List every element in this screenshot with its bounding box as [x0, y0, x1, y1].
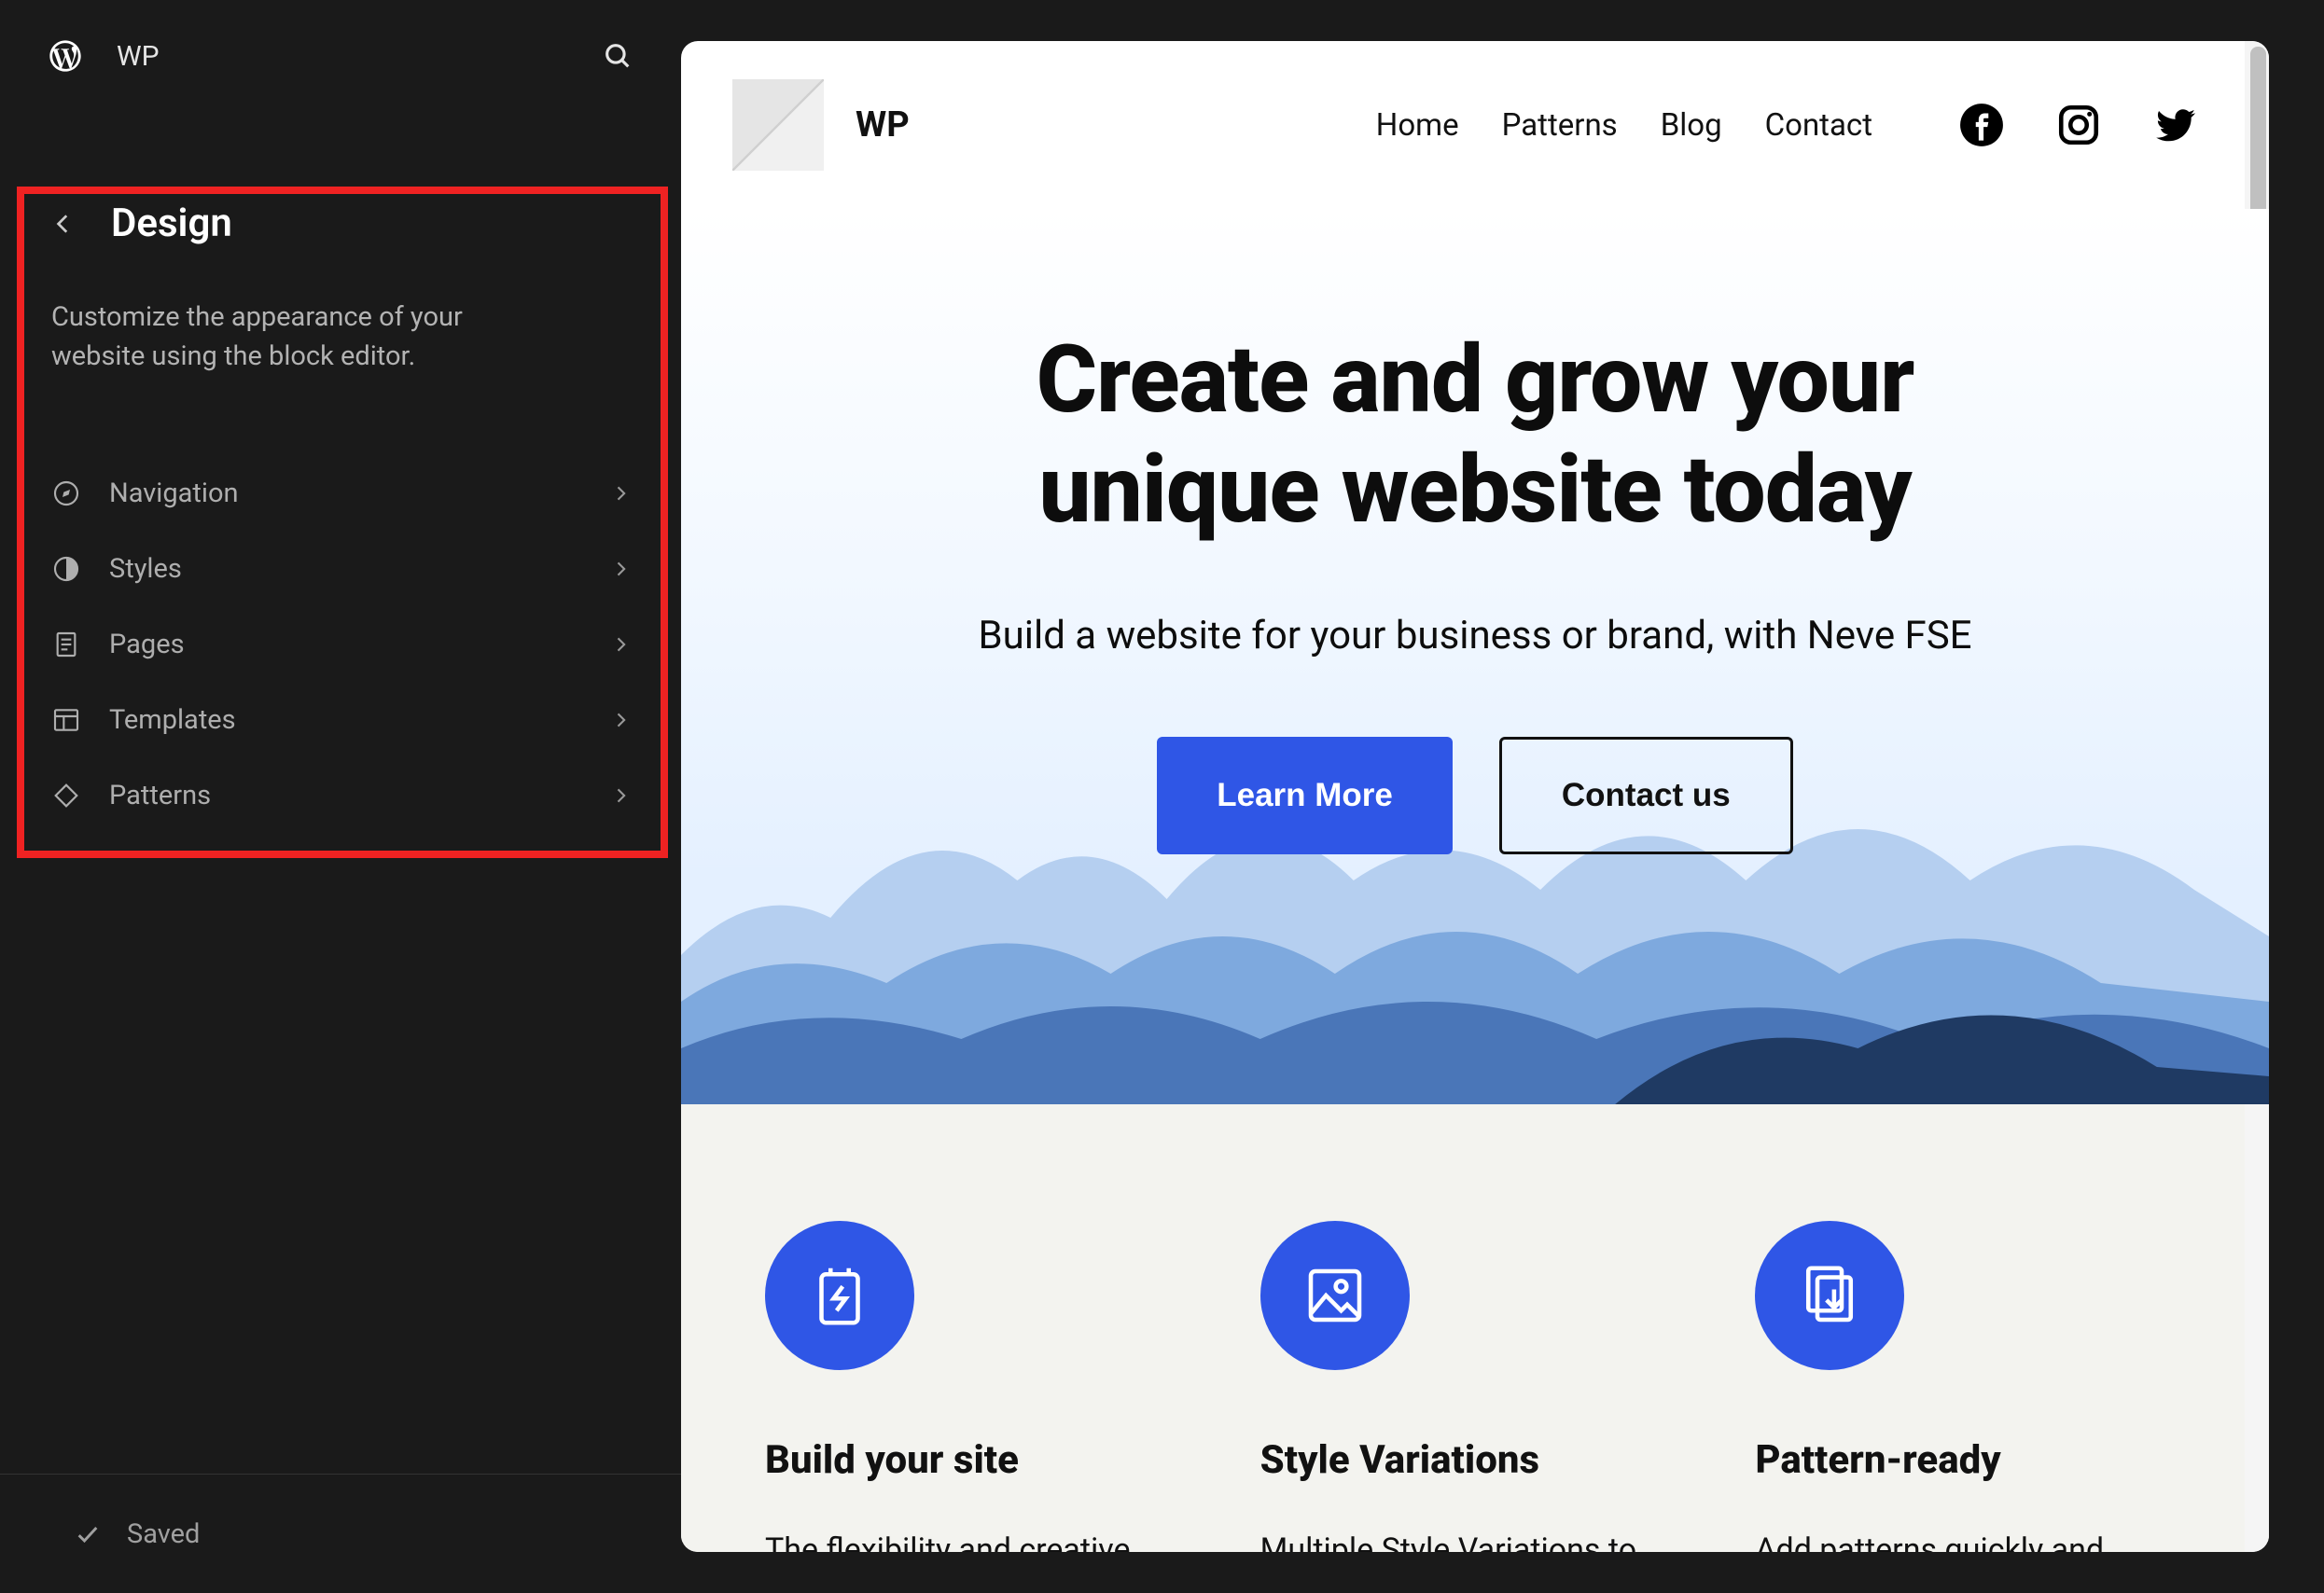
site-preview[interactable]: WP Home Patterns Blog Contact — [681, 41, 2269, 1552]
layout-icon — [51, 705, 81, 735]
twitter-icon[interactable] — [2152, 102, 2199, 148]
nav-link-contact[interactable]: Contact — [1765, 107, 1872, 144]
hero-title: Create and grow your unique website toda… — [915, 326, 2035, 546]
sidebar-item-templates[interactable]: Templates — [51, 682, 630, 757]
chevron-right-icon — [611, 560, 630, 578]
hero-section: Create and grow your unique website toda… — [681, 209, 2269, 1104]
sidebar-title: Design — [111, 201, 232, 246]
nav-link-patterns[interactable]: Patterns — [1502, 107, 1618, 144]
feature-title: Pattern-ready — [1755, 1437, 2185, 1483]
feature-card: Style Variations Multiple Style Variatio… — [1260, 1221, 1691, 1552]
learn-more-button[interactable]: Learn More — [1157, 737, 1453, 854]
wordpress-logo-icon[interactable] — [47, 37, 84, 75]
feature-card: Pattern-ready Add patterns quickly and — [1755, 1221, 2185, 1552]
sidebar-description: Customize the appearance of your website… — [51, 298, 546, 376]
site-title[interactable]: WP — [856, 104, 910, 145]
download-icon — [1755, 1221, 1904, 1370]
instagram-icon[interactable] — [2055, 102, 2102, 148]
check-icon — [75, 1521, 101, 1547]
site-name[interactable]: WP — [117, 40, 160, 73]
feature-text: The flexibility and creative — [765, 1528, 1195, 1552]
sidebar-item-label: Navigation — [109, 478, 611, 509]
image-icon — [1260, 1221, 1410, 1370]
feature-title: Style Variations — [1260, 1437, 1691, 1483]
preview-area: WP Home Patterns Blog Contact — [681, 0, 2324, 1593]
sidebar-menu: Navigation Styles — [51, 455, 630, 833]
chevron-right-icon — [611, 635, 630, 654]
compass-icon — [51, 478, 81, 508]
feature-title: Build your site — [765, 1437, 1195, 1483]
chevron-right-icon — [611, 786, 630, 805]
battery-icon — [765, 1221, 914, 1370]
nav-link-blog[interactable]: Blog — [1661, 107, 1722, 144]
site-header: WP Home Patterns Blog Contact — [681, 41, 2269, 209]
site-logo-placeholder[interactable] — [732, 79, 824, 171]
sidebar-item-label: Styles — [109, 553, 611, 585]
sidebar: WP Design Customize the appearance of yo… — [0, 0, 681, 1593]
feature-text: Add patterns quickly and — [1755, 1528, 2185, 1552]
contact-us-button[interactable]: Contact us — [1499, 737, 1793, 854]
nav-link-home[interactable]: Home — [1376, 107, 1459, 144]
contrast-icon — [51, 554, 81, 584]
feature-card: Build your site The flexibility and crea… — [765, 1221, 1195, 1552]
features-section: Build your site The flexibility and crea… — [681, 1104, 2269, 1552]
sidebar-item-pages[interactable]: Pages — [51, 606, 630, 682]
sidebar-item-patterns[interactable]: Patterns — [51, 757, 630, 833]
sidebar-item-styles[interactable]: Styles — [51, 531, 630, 606]
diamond-icon — [51, 781, 81, 810]
chevron-right-icon — [611, 484, 630, 503]
sidebar-item-label: Pages — [109, 629, 611, 660]
hero-subtitle: Build a website for your business or bra… — [978, 613, 1971, 658]
page-icon — [51, 630, 81, 659]
top-nav: Home Patterns Blog Contact — [1376, 107, 1872, 144]
chevron-right-icon — [611, 711, 630, 729]
back-icon[interactable] — [51, 212, 76, 236]
sidebar-footer: Saved — [0, 1474, 681, 1593]
search-icon[interactable] — [601, 39, 634, 73]
feature-text: Multiple Style Variations to — [1260, 1528, 1691, 1552]
facebook-icon[interactable] — [1958, 102, 2005, 148]
sidebar-item-label: Templates — [109, 704, 611, 736]
sidebar-item-navigation[interactable]: Navigation — [51, 455, 630, 531]
saved-label: Saved — [127, 1518, 200, 1550]
sidebar-item-label: Patterns — [109, 780, 611, 811]
